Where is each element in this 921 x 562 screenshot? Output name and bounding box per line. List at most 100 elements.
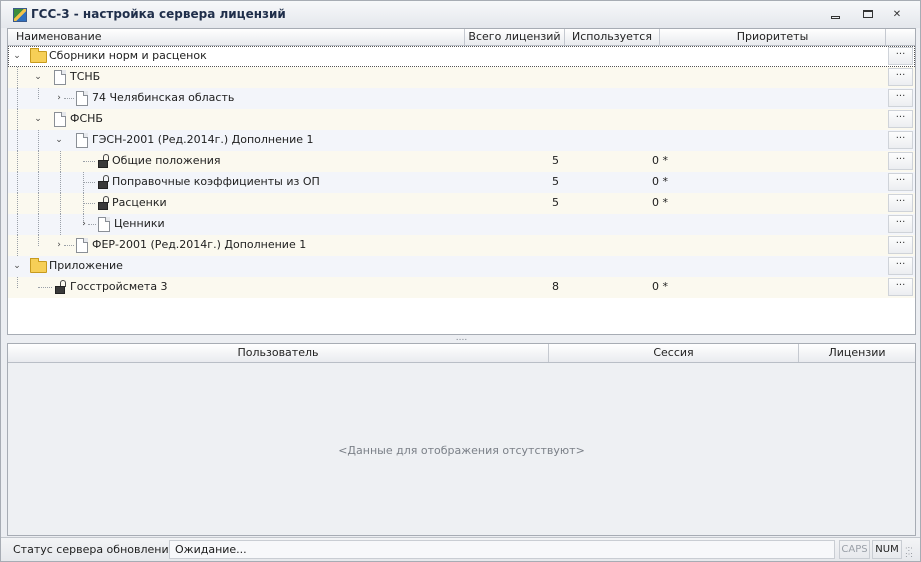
row-more-button[interactable]: ··· [888, 47, 913, 65]
close-button[interactable]: ✕ [887, 6, 907, 22]
update-server-status-value: Ожидание... [169, 540, 835, 559]
tree-row[interactable]: Госстройсмета 3 8 0 * ··· [8, 277, 915, 298]
collapse-icon[interactable]: ⌄ [33, 72, 43, 82]
tree-row-label: 74 Челябинская область [92, 91, 235, 104]
used-licenses-value: 0 * [652, 280, 668, 293]
sessions-grid-header: Пользователь Сессия Лицензии [8, 344, 915, 363]
tree-row[interactable]: ⌄ ТСНБ ··· [8, 67, 915, 88]
row-more-button[interactable]: ··· [888, 131, 913, 149]
tree-row[interactable]: › ФЕР-2001 (Ред.2014г.) Дополнение 1 ··· [8, 235, 915, 256]
tree-row[interactable]: Расценки 5 0 * ··· [8, 193, 915, 214]
tree-line [17, 277, 18, 288]
tree-row[interactable]: ⌄ Приложение ··· [8, 256, 915, 277]
row-more-button[interactable]: ··· [888, 173, 913, 191]
tree-row[interactable]: › 74 Челябинская область ··· [8, 88, 915, 109]
tree-line [17, 88, 18, 109]
column-header-used[interactable]: Используется [565, 29, 660, 45]
total-licenses-value: 5 [552, 154, 559, 167]
total-licenses-value: 5 [552, 175, 559, 188]
used-licenses-value: 0 * [652, 196, 668, 209]
tree-line [17, 67, 18, 88]
collapse-icon[interactable]: ⌄ [12, 51, 22, 61]
resize-grip-icon[interactable]: ·:·:·: [905, 545, 917, 559]
column-header-name[interactable]: Наименование [8, 29, 465, 45]
row-more-button[interactable]: ··· [888, 110, 913, 128]
column-header-priorities[interactable]: Приоритеты [660, 29, 886, 45]
license-tree-grid: Наименование Всего лицензий Используется… [7, 28, 916, 335]
tree-line [17, 109, 18, 130]
maximize-button[interactable] [858, 6, 878, 22]
tree-row[interactable]: ⌄ ФСНБ ··· [8, 109, 915, 130]
tree-line [38, 130, 39, 151]
lock-icon [98, 196, 110, 210]
tree-line [60, 214, 61, 235]
minimize-icon [830, 15, 840, 19]
folder-icon [30, 258, 47, 273]
num-lock-indicator: NUM [872, 540, 902, 559]
tree-row-label: Сборники норм и расценок [49, 49, 207, 62]
column-header-total[interactable]: Всего лицензий [465, 29, 565, 45]
row-more-button[interactable]: ··· [888, 278, 913, 296]
title-bar[interactable]: ГСС-3 - настройка сервера лицензий ✕ [1, 1, 920, 28]
tree-line [17, 172, 18, 193]
expand-icon[interactable]: › [54, 93, 64, 103]
tree-row-label: ФЕР-2001 (Ред.2014г.) Дополнение 1 [92, 238, 307, 251]
minimize-button[interactable] [825, 6, 845, 22]
window-title: ГСС-3 - настройка сервера лицензий [31, 7, 286, 21]
tree-line [38, 193, 39, 214]
row-more-button[interactable]: ··· [888, 89, 913, 107]
row-more-button[interactable]: ··· [888, 68, 913, 86]
tree-row-label: ТСНБ [70, 70, 101, 83]
panel-splitter[interactable]: .... [7, 334, 916, 343]
tree-row-label: Поправочные коэффициенты из ОП [112, 175, 320, 188]
caps-lock-indicator: CAPS [839, 540, 870, 559]
tree-rows: ⌄ Сборники норм и расценок ··· ⌄ ТСНБ ··… [8, 46, 915, 298]
column-header-user[interactable]: Пользователь [8, 344, 549, 362]
tree-line [17, 214, 18, 235]
lock-icon [55, 280, 67, 294]
used-licenses-value: 0 * [652, 154, 668, 167]
tree-row[interactable]: › Ценники ··· [8, 214, 915, 235]
row-more-button[interactable]: ··· [888, 215, 913, 233]
app-icon [13, 8, 27, 22]
collapse-icon[interactable]: ⌄ [33, 114, 43, 124]
tree-line [60, 172, 61, 193]
tree-line [17, 130, 18, 151]
column-header-session[interactable]: Сессия [549, 344, 799, 362]
collapse-icon[interactable]: ⌄ [12, 261, 22, 271]
tree-row[interactable]: ⌄ Сборники норм и расценок ··· [8, 46, 915, 67]
row-more-button[interactable]: ··· [888, 152, 913, 170]
tree-line [60, 151, 61, 172]
row-more-button[interactable]: ··· [888, 236, 913, 254]
tree-line [60, 193, 61, 214]
tree-line [83, 203, 95, 204]
collapse-icon[interactable]: ⌄ [54, 135, 64, 145]
tree-line [17, 193, 18, 214]
row-more-button[interactable]: ··· [888, 257, 913, 275]
tree-line [88, 224, 96, 225]
lock-icon [98, 175, 110, 189]
row-more-button[interactable]: ··· [888, 194, 913, 212]
empty-data-message: <Данные для отображения отсутствуют> [338, 444, 585, 457]
tree-line [17, 235, 18, 256]
tree-row-label: ФСНБ [70, 112, 103, 125]
document-icon [76, 238, 88, 253]
tree-row-label: Госстройсмета 3 [70, 280, 168, 293]
column-header-licenses[interactable]: Лицензии [799, 344, 915, 362]
document-icon [76, 133, 88, 148]
expand-icon[interactable]: › [54, 240, 64, 250]
tree-row-label: ГЭСН-2001 (Ред.2014г.) Дополнение 1 [92, 133, 314, 146]
document-icon [54, 112, 66, 127]
document-icon [54, 70, 66, 85]
tree-row-label: Общие положения [112, 154, 221, 167]
tree-line [38, 172, 39, 193]
total-licenses-value: 8 [552, 280, 559, 293]
tree-row[interactable]: ⌄ ГЭСН-2001 (Ред.2014г.) Дополнение 1 ··… [8, 130, 915, 151]
tree-row[interactable]: Общие положения 5 0 * ··· [8, 151, 915, 172]
tree-line [83, 161, 95, 162]
document-icon [76, 91, 88, 106]
tree-line [64, 245, 74, 246]
tree-grid-header: Наименование Всего лицензий Используется… [8, 29, 915, 46]
tree-row[interactable]: Поправочные коэффициенты из ОП 5 0 * ··· [8, 172, 915, 193]
tree-line [38, 88, 39, 99]
